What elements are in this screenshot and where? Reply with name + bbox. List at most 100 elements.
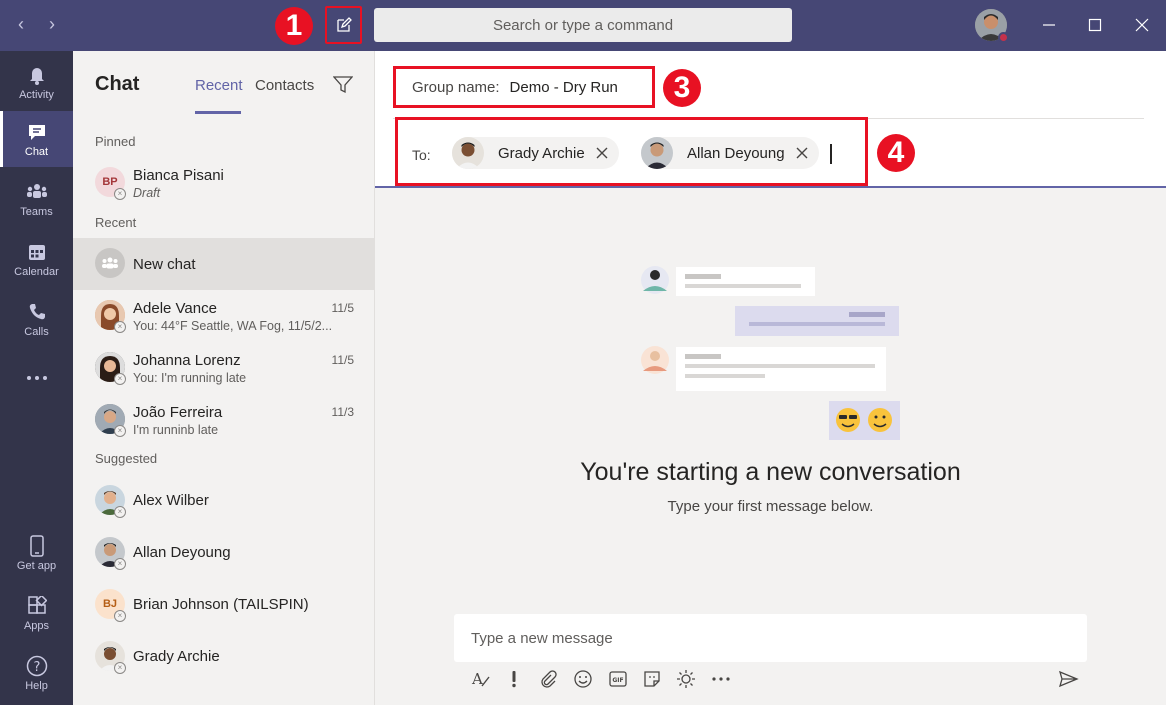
- avatar: [452, 137, 484, 169]
- chat-row-joao-ferreira[interactable]: × João Ferreira I'm runninb late 11/3: [73, 394, 374, 446]
- rail-label: Chat: [24, 145, 49, 158]
- more-dots-icon: [26, 367, 48, 389]
- svg-text:GIF: GIF: [612, 677, 623, 684]
- rail-item-get-app[interactable]: Get app: [0, 525, 73, 581]
- phone-device-icon: [26, 534, 48, 557]
- chat-date: 11/3: [331, 405, 354, 419]
- offline-status-icon: ×: [114, 558, 126, 570]
- tab-active-indicator: [195, 111, 241, 114]
- search-input[interactable]: Search or type a command: [374, 8, 792, 42]
- recipient-pill-grady-archie[interactable]: Grady Archie: [452, 137, 619, 169]
- forward-arrow-icon[interactable]: ›: [40, 12, 64, 36]
- help-icon: ?: [26, 655, 48, 677]
- rail-item-calls[interactable]: Calls: [0, 291, 73, 347]
- minimize-icon: [1043, 24, 1055, 26]
- chat-row-alex-wilber[interactable]: × Alex Wilber: [73, 475, 374, 527]
- chat-name: Grady Archie: [133, 648, 220, 665]
- tab-recent[interactable]: Recent: [195, 77, 243, 94]
- close-icon: [1135, 18, 1149, 32]
- search-placeholder: Search or type a command: [492, 16, 674, 34]
- chat-icon: [26, 121, 48, 143]
- callout-4: 4: [877, 134, 915, 172]
- remove-recipient-icon[interactable]: [595, 146, 609, 160]
- recipient-name: Allan Deyoung: [687, 144, 785, 162]
- group-name-label: Group name:: [412, 78, 500, 96]
- svg-text:?: ?: [33, 660, 40, 675]
- chat-row-grady-archie[interactable]: × Grady Archie: [73, 631, 374, 683]
- close-window-button[interactable]: [1129, 12, 1155, 38]
- group-icon: [95, 248, 125, 278]
- rail-label: Teams: [20, 205, 53, 218]
- empty-state-subtitle: Type your first message below.: [667, 498, 874, 515]
- remove-recipient-icon[interactable]: [795, 146, 809, 160]
- offline-status-icon: ×: [114, 373, 126, 385]
- offline-status-icon: ×: [114, 188, 126, 200]
- new-chat-button[interactable]: [325, 6, 362, 44]
- calendar-icon: [26, 241, 48, 263]
- rail-item-apps[interactable]: Apps: [0, 585, 73, 641]
- emoji-icon[interactable]: [572, 668, 594, 690]
- teams-icon: [26, 181, 48, 203]
- message-placeholder: Type a new message: [471, 629, 613, 647]
- section-pinned: Pinned: [95, 134, 136, 149]
- chat-list-pane: Chat Recent Contacts Pinned BP × Bianca …: [73, 51, 375, 705]
- rail-item-calendar[interactable]: Calendar: [0, 231, 73, 287]
- new-chat-header: Group name: Demo - Dry Run 3 To: Grady A…: [375, 51, 1166, 188]
- chat-preview: Draft: [133, 186, 161, 200]
- praise-icon[interactable]: [675, 668, 697, 690]
- filter-button[interactable]: [332, 75, 355, 97]
- rail-item-chat[interactable]: Chat: [0, 111, 73, 167]
- group-name-value: Demo - Dry Run: [509, 78, 618, 96]
- chat-row-johanna-lorenz[interactable]: × Johanna Lorenz You: I'm running late 1…: [73, 342, 374, 394]
- rail-item-teams[interactable]: Teams: [0, 171, 73, 227]
- rail-label: Help: [25, 679, 48, 692]
- maximize-icon: [1088, 18, 1102, 32]
- recipient-name: Grady Archie: [498, 144, 585, 162]
- rail-label: Apps: [23, 619, 50, 632]
- send-icon[interactable]: [1058, 668, 1080, 690]
- chat-name: Adele Vance: [133, 300, 217, 317]
- chat-row-new-chat[interactable]: New chat: [73, 238, 374, 290]
- phone-icon: [26, 301, 48, 323]
- chat-name: Allan Deyoung: [133, 544, 231, 561]
- offline-status-icon: ×: [114, 662, 126, 674]
- recipient-pill-allan-deyoung[interactable]: Allan Deyoung: [641, 137, 819, 169]
- rail-item-activity[interactable]: Activity: [0, 54, 73, 110]
- chat-row-adele-vance[interactable]: × Adele Vance You: 44°F Seattle, WA Fog,…: [73, 290, 374, 342]
- callout-3: 3: [663, 69, 701, 107]
- offline-status-icon: ×: [114, 321, 126, 333]
- chat-name: Alex Wilber: [133, 492, 209, 509]
- section-recent: Recent: [95, 215, 137, 230]
- chat-name: Brian Johnson (TAILSPIN): [133, 596, 309, 613]
- sticker-icon[interactable]: [641, 668, 663, 690]
- group-name-field[interactable]: Group name: Demo - Dry Run: [393, 66, 655, 108]
- conversation-pane: Group name: Demo - Dry Run 3 To: Grady A…: [375, 51, 1166, 705]
- attach-icon[interactable]: [537, 668, 559, 690]
- tab-contacts[interactable]: Contacts: [255, 77, 314, 94]
- rail-item-help[interactable]: ? Help: [0, 645, 73, 701]
- back-arrow-icon[interactable]: ‹: [9, 12, 33, 36]
- offline-status-icon: ×: [114, 506, 126, 518]
- format-icon[interactable]: A: [470, 668, 492, 690]
- minimize-button[interactable]: [1036, 12, 1062, 38]
- chat-name: João Ferreira: [133, 404, 223, 421]
- chat-row-allan-deyoung[interactable]: × Allan Deyoung: [73, 527, 374, 579]
- more-options-icon[interactable]: [710, 668, 732, 690]
- chat-date: 11/5: [331, 301, 354, 315]
- chat-row-bianca-pisani[interactable]: BP × Bianca Pisani Draft: [73, 157, 374, 209]
- gif-icon[interactable]: GIF: [607, 668, 629, 690]
- rail-label: Get app: [16, 559, 57, 572]
- rail-label: Calendar: [14, 265, 59, 278]
- rail-label: Activity: [19, 88, 54, 101]
- recipients-field[interactable]: To: Grady Archie Allan Deyoung: [395, 117, 868, 186]
- more-apps-button[interactable]: [0, 351, 73, 407]
- chat-preview: You: I'm running late: [133, 371, 247, 385]
- chat-date: 11/5: [331, 353, 354, 367]
- maximize-button[interactable]: [1082, 12, 1108, 38]
- important-icon[interactable]: [503, 668, 525, 690]
- message-input[interactable]: Type a new message: [454, 614, 1087, 662]
- app-bar: Activity Chat Teams Calendar Calls Get a…: [0, 51, 73, 705]
- svg-text:A: A: [471, 670, 483, 688]
- chat-row-brian-johnson[interactable]: BJ × Brian Johnson (TAILSPIN): [73, 579, 374, 631]
- section-suggested: Suggested: [95, 451, 158, 466]
